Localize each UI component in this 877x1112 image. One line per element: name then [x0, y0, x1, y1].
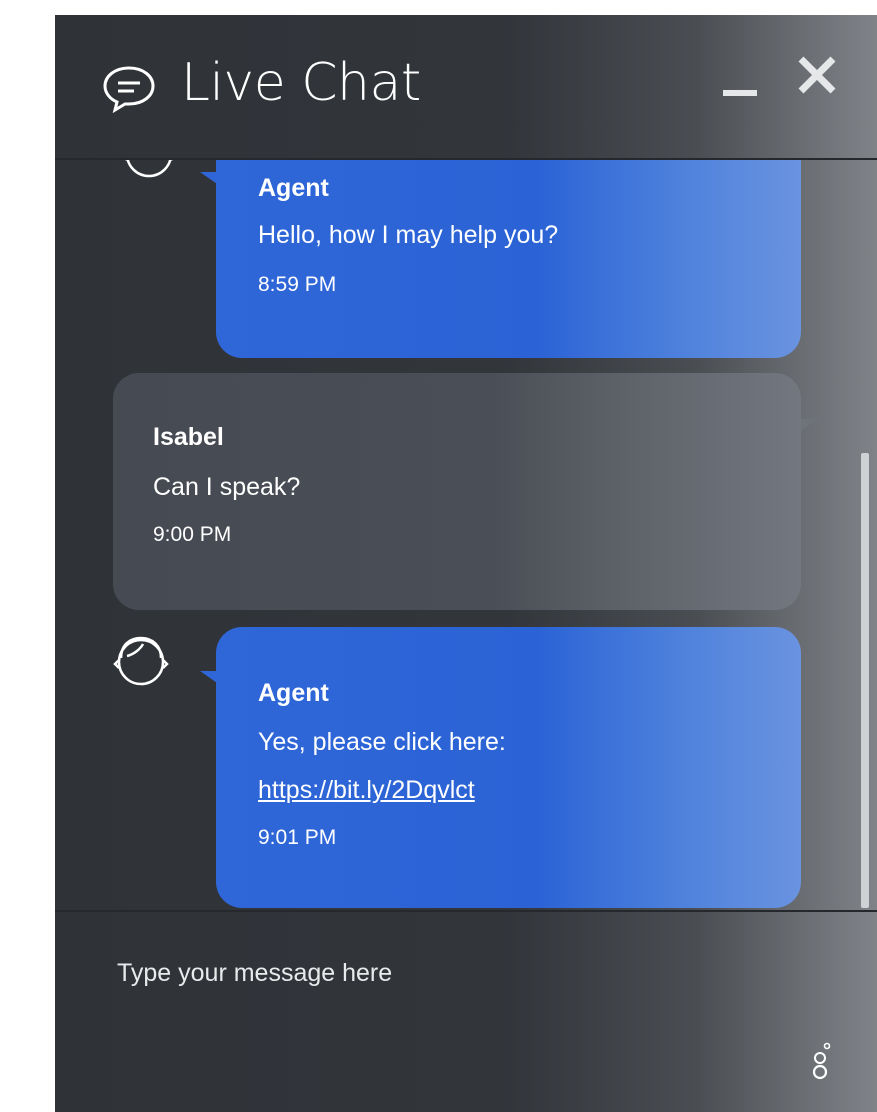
message-input[interactable] [115, 952, 799, 994]
chat-title: Live Chat [181, 53, 421, 113]
message-bubble-agent: Agent Hello, how I may help you? 8:59 PM [216, 160, 801, 358]
user-bubble-tail [798, 419, 818, 433]
agent-avatar-icon [113, 636, 169, 686]
agent-avatar-icon [125, 160, 173, 178]
message-bubble-agent: Agent Yes, please click here: https://bi… [216, 627, 801, 908]
genesys-logo-icon [812, 1042, 831, 1080]
message-sender: Agent [258, 174, 329, 202]
message-text: Yes, please click here: [258, 728, 506, 756]
chat-bubble-icon [103, 66, 155, 113]
message-list[interactable]: Agent Hello, how I may help you? 8:59 PM… [55, 160, 877, 910]
minimize-button[interactable] [719, 65, 767, 105]
message-link[interactable]: https://bit.ly/2Dqvlct [258, 776, 475, 805]
message-text: Can I speak? [153, 473, 301, 501]
scrollbar-thumb[interactable] [861, 453, 869, 908]
message-sender: Agent [258, 679, 329, 707]
message-time: 9:01 PM [258, 826, 337, 849]
message-sender: Isabel [153, 423, 224, 451]
close-icon [798, 56, 836, 94]
message-time: 8:59 PM [258, 273, 337, 296]
composer [55, 910, 877, 1112]
chat-widget: Live Chat Agent Hello, how I may help yo… [55, 15, 877, 1112]
close-button[interactable] [795, 53, 841, 99]
message-time: 9:00 PM [153, 523, 232, 546]
message-bubble-user: Isabel Can I speak? 9:00 PM [113, 373, 801, 610]
message-text: Hello, how I may help you? [258, 221, 559, 249]
chat-header: Live Chat [55, 15, 877, 160]
